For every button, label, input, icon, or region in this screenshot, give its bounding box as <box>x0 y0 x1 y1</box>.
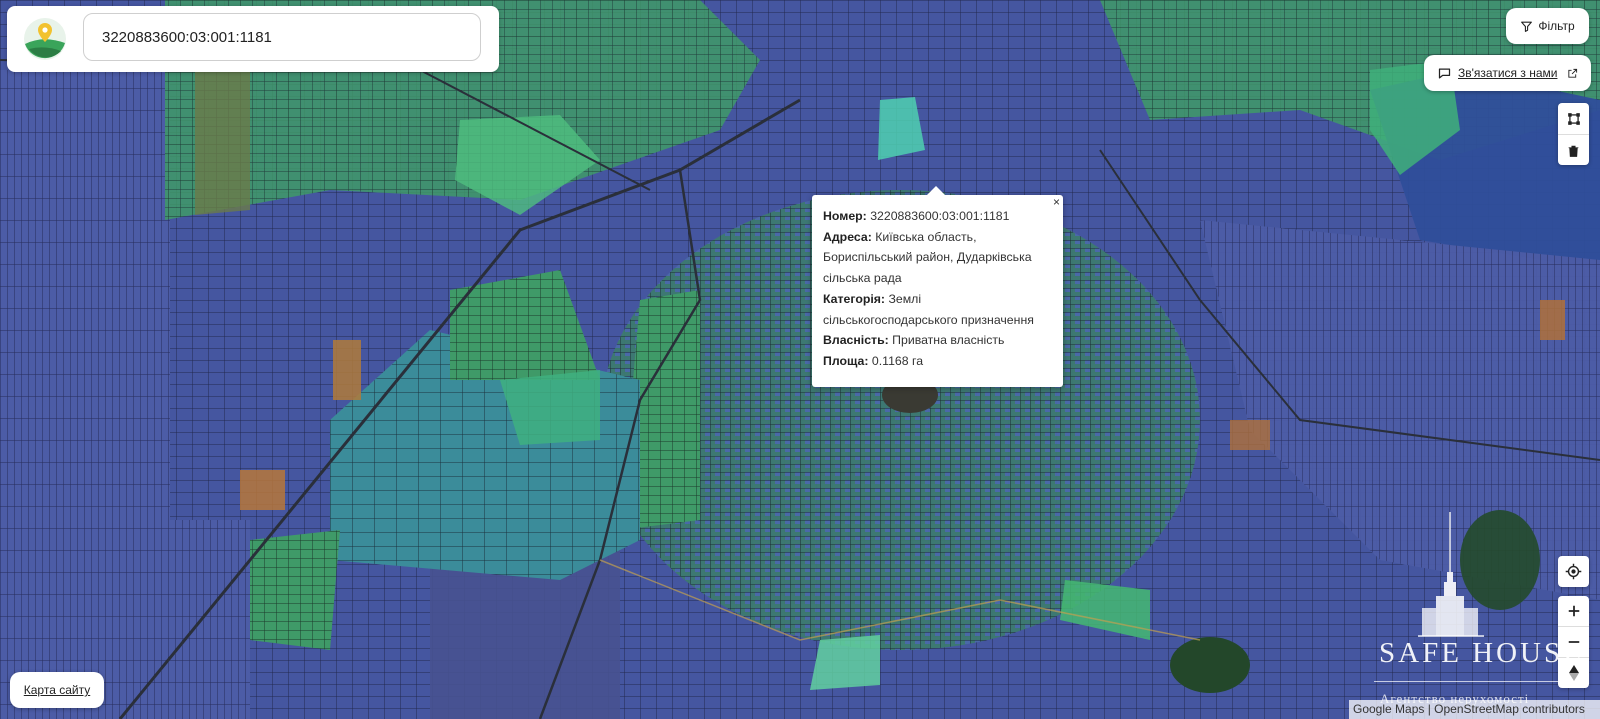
parcel-category-row: Категорія: Землі сільськогосподарського … <box>823 289 1052 330</box>
locate-button[interactable] <box>1558 556 1589 587</box>
number-label: Номер: <box>823 209 867 223</box>
sitemap-button[interactable]: Карта сайту <box>10 672 104 708</box>
address-label: Адреса: <box>823 229 872 244</box>
ownership-value: Приватна власність <box>892 333 1005 348</box>
popup-close-button[interactable]: × <box>1053 196 1060 208</box>
zoom-in-button[interactable] <box>1558 596 1589 626</box>
area-label: Площа: <box>823 353 869 368</box>
watermark-divider <box>1374 681 1560 682</box>
locate-icon <box>1565 563 1582 580</box>
parcel-address-row: Адреса: Київська область, Бориспільський… <box>823 227 1052 289</box>
draw-polygon-button[interactable] <box>1558 103 1589 134</box>
parcel-area-row: Площа: 0.1168 га <box>823 351 1052 372</box>
filter-label: Фільтр <box>1538 19 1575 33</box>
chat-icon <box>1438 68 1451 78</box>
contact-us-button[interactable]: Зв'язатися з нами <box>1424 55 1591 91</box>
parcel-ownership-row: Власність: Приватна власність <box>823 330 1052 351</box>
filter-icon <box>1521 21 1533 32</box>
contact-us-label: Зв'язатися з нами <box>1458 66 1558 80</box>
watermark-name: SAFE HOUSE <box>1379 637 1584 669</box>
cadastral-search-input[interactable] <box>83 13 481 61</box>
draw-polygon-icon <box>1567 112 1580 125</box>
sitemap-label: Карта сайту <box>23 683 91 697</box>
map-canvas[interactable] <box>0 0 1600 719</box>
category-label: Категорія: <box>823 291 886 306</box>
parcel-info-popup: × Номер: 3220883600:03:001:1181 Адреса: … <box>812 186 1063 387</box>
draw-tools <box>1558 103 1589 165</box>
external-link-icon <box>1568 68 1578 78</box>
ownership-label: Власність: <box>823 333 889 348</box>
search-panel <box>7 6 499 72</box>
map-attribution[interactable]: Google Maps | OpenStreetMap contributors <box>1349 700 1600 719</box>
app-logo-icon[interactable] <box>23 17 67 61</box>
area-value: 0.1168 га <box>871 353 924 368</box>
delete-drawing-button[interactable] <box>1558 134 1589 166</box>
trash-icon <box>1568 145 1579 157</box>
filter-button[interactable]: Фільтр <box>1506 8 1589 44</box>
number-value: 3220883600:03:001:1181 <box>870 209 1010 223</box>
parcel-number-row: Номер: 3220883600:03:001:1181 <box>823 206 1052 227</box>
plus-icon <box>1568 605 1579 617</box>
